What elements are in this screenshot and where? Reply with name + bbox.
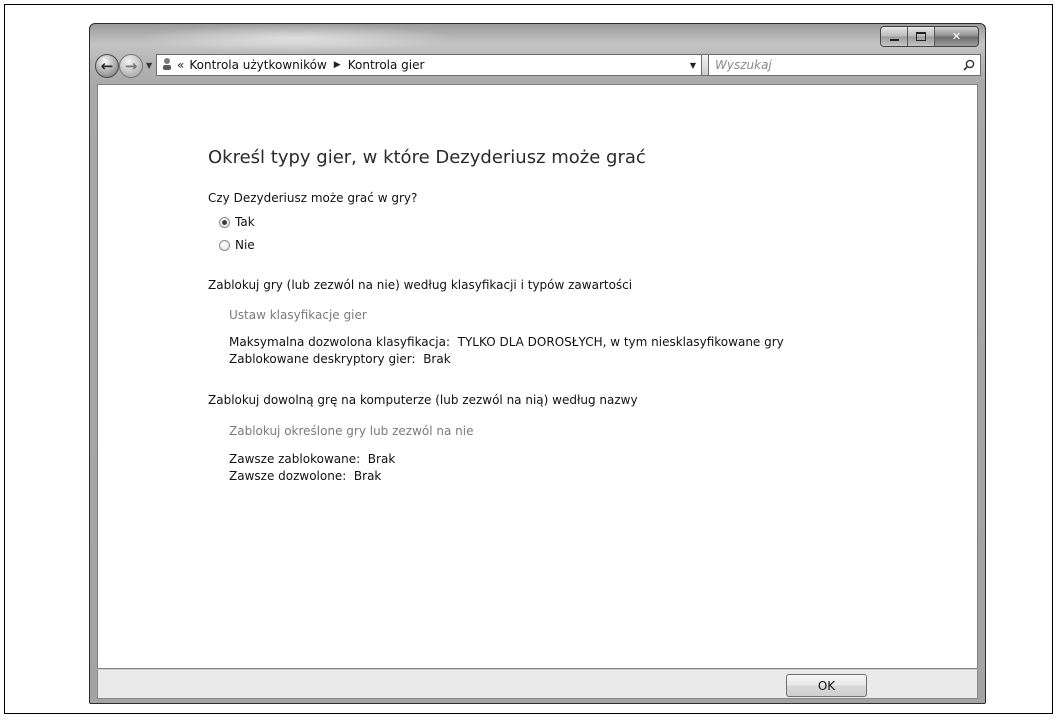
close-button[interactable]: ✕ [935, 27, 978, 46]
max-rating-row: Maksymalna dozwolona klasyfikacja: TYLKO… [229, 335, 784, 349]
window-controls: ✕ [880, 26, 979, 47]
navigation-bar: ← → ▼ « Kontrola użytkowników ▶ Kontrola… [90, 51, 985, 81]
search-input[interactable] [709, 55, 954, 75]
always-blocked-row: Zawsze zablokowane: Brak [229, 452, 395, 466]
ok-button[interactable]: OK [786, 674, 867, 697]
radio-option-yes[interactable]: Tak [219, 215, 255, 229]
allow-games-question: Czy Dezyderiusz może grać w gry? [208, 191, 418, 205]
address-bar[interactable]: « Kontrola użytkowników ▶ Kontrola gier … [156, 54, 702, 76]
blocked-descriptors-row: Zablokowane deskryptory gier: Brak [229, 352, 451, 366]
dialog-footer: OK [97, 669, 978, 699]
content-pane: Określ typy gier, w które Dezyderiusz mo… [97, 84, 978, 669]
search-icon [963, 59, 975, 71]
radio-label-no: Nie [235, 238, 255, 252]
always-allowed-row: Zawsze dozwolone: Brak [229, 469, 381, 483]
search-box[interactable] [708, 54, 981, 76]
back-arrow-icon: ← [100, 56, 114, 75]
forward-arrow-icon: → [124, 56, 138, 75]
maximize-button[interactable] [908, 27, 935, 46]
max-rating-label: Maksymalna dozwolona klasyfikacja: [229, 335, 450, 349]
breadcrumb-game-controls[interactable]: Kontrola gier [348, 58, 425, 72]
always-allowed-value: Brak [353, 469, 382, 483]
chevron-down-icon: ▼ [689, 60, 697, 70]
radio-option-no[interactable]: Nie [219, 238, 255, 252]
always-blocked-value: Brak [367, 452, 396, 466]
section-rating-title: Zablokuj gry (lub zezwól na nie) według … [208, 278, 633, 292]
minimize-button[interactable] [881, 27, 908, 46]
section-name-title: Zablokuj dowolną grę na komputerze (lub … [208, 393, 638, 407]
game-controls-window: ✕ ← → ▼ « Kontrola użytkowników ▶ Kontro… [89, 23, 986, 704]
always-blocked-label: Zawsze zablokowane: [229, 452, 361, 466]
breadcrumb-overflow[interactable]: « [177, 58, 184, 72]
minimize-icon [889, 38, 899, 41]
address-dropdown-button[interactable]: ▼ [685, 55, 701, 75]
close-icon: ✕ [951, 30, 962, 43]
breadcrumb-separator-icon[interactable]: ▶ [334, 60, 341, 70]
set-game-ratings-link[interactable]: Ustaw klasyfikacje gier [229, 308, 367, 322]
block-specific-games-link[interactable]: Zablokuj określone gry lub zezwól na nie [229, 424, 474, 438]
maximize-icon [916, 32, 926, 41]
recent-pages-dropdown[interactable]: ▼ [146, 61, 152, 70]
radio-label-yes: Tak [235, 215, 255, 229]
breadcrumb-user-controls[interactable]: Kontrola użytkowników [189, 58, 326, 72]
radio-button-unchecked[interactable] [219, 239, 230, 251]
search-button[interactable] [958, 55, 980, 75]
back-button[interactable]: ← [95, 54, 119, 78]
forward-button[interactable]: → [119, 54, 143, 78]
always-allowed-label: Zawsze dozwolone: [229, 469, 347, 483]
chevron-down-icon: ▼ [146, 61, 153, 70]
control-panel-icon [157, 57, 177, 74]
blocked-descriptors-value: Brak [423, 352, 451, 366]
blocked-descriptors-label: Zablokowane deskryptory gier: [229, 352, 416, 366]
page-title: Określ typy gier, w które Dezyderiusz mo… [208, 147, 646, 168]
max-rating-value: TYLKO DLA DOROSŁYCH, w tym niesklasyfiko… [457, 335, 784, 349]
radio-button-checked[interactable] [219, 216, 230, 228]
